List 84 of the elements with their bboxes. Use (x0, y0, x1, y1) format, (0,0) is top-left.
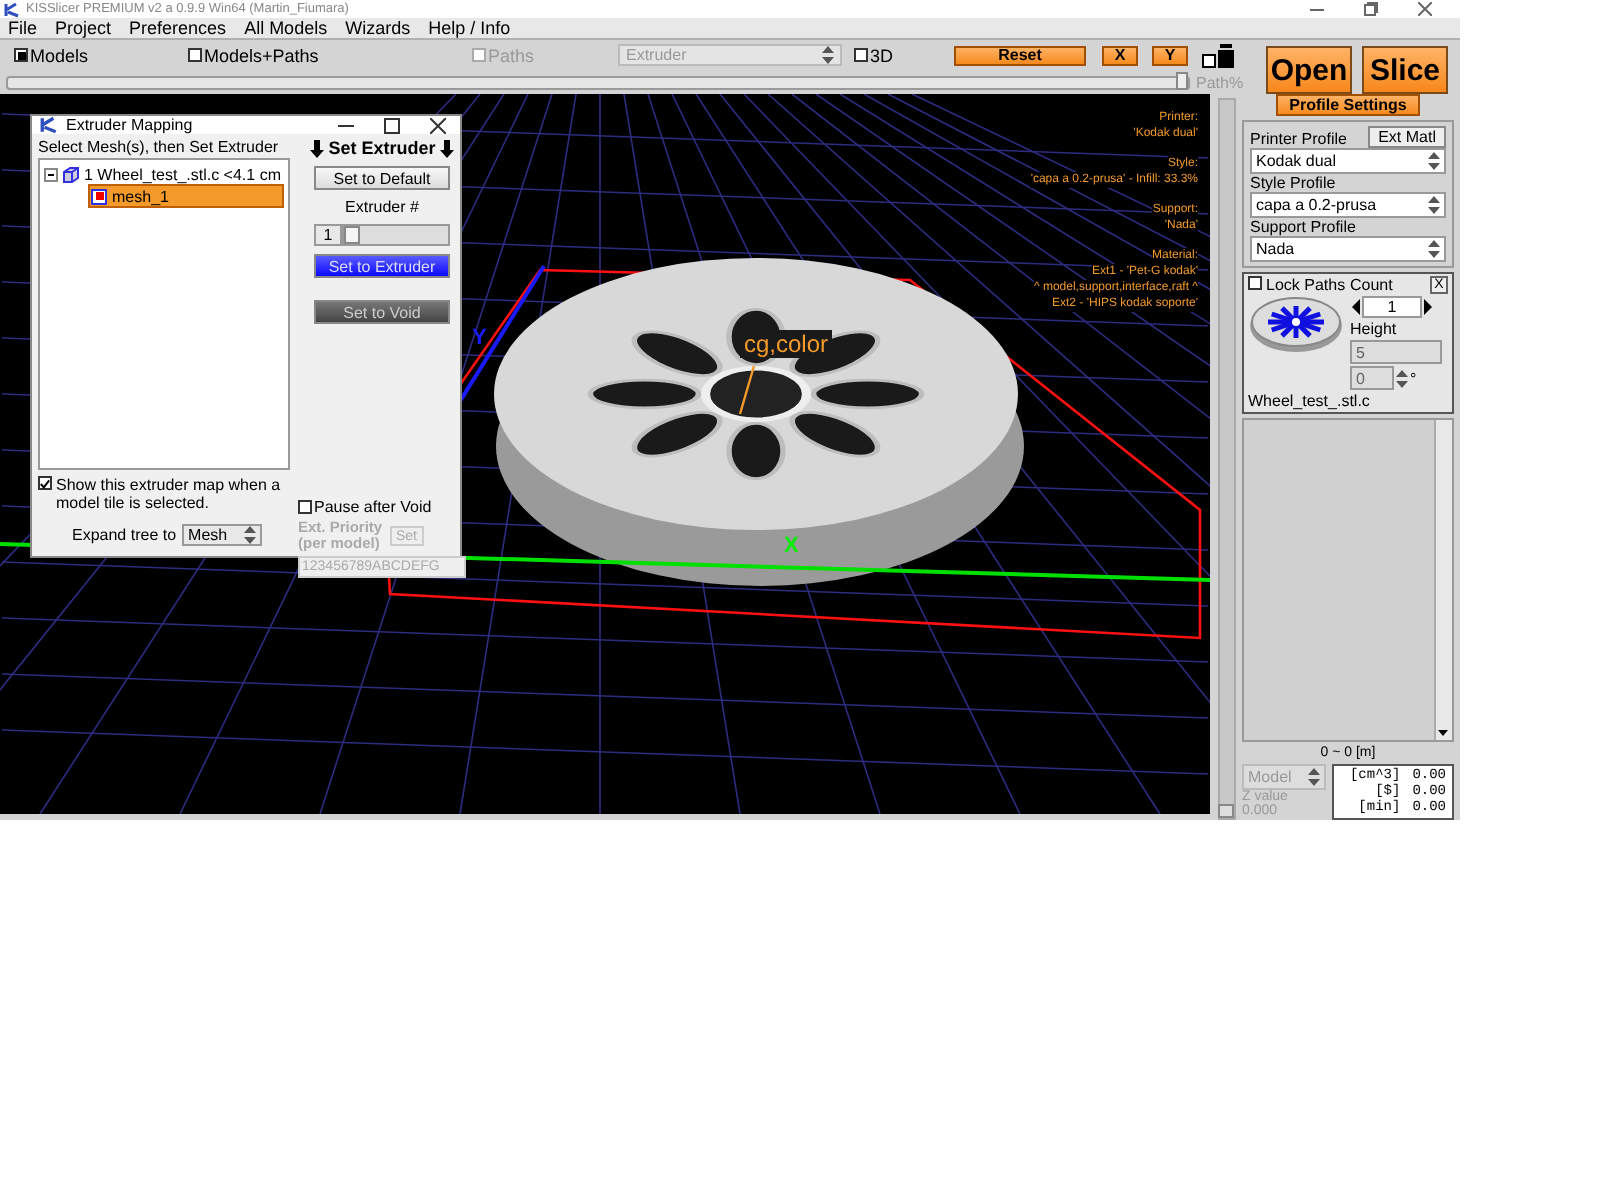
menu-item[interactable]: Help / Info (428, 18, 511, 38)
down-arrow-icon (310, 139, 325, 157)
toolbar-button[interactable]: X (1102, 45, 1138, 65)
left-arrow-icon[interactable] (1350, 298, 1362, 316)
profile-label: Support Profile (1250, 218, 1356, 236)
expand-tree-label: Expand tree to (72, 526, 177, 544)
path-slider[interactable] (6, 75, 1190, 89)
cube-icon (62, 165, 80, 183)
option-label[interactable]: Models (30, 45, 89, 65)
checkbox[interactable] (854, 48, 868, 62)
updown-arrows-icon (1308, 768, 1320, 786)
tree-item[interactable]: 1 Wheel_test_.stl.c <4.1 cm (44, 164, 284, 184)
scrollbar[interactable] (1434, 420, 1452, 740)
mesh-icon (90, 187, 108, 205)
down-arrow-icon[interactable] (1436, 726, 1450, 740)
ext-matl-button[interactable]: Ext Matl (1368, 126, 1446, 148)
slice-button[interactable]: Slice (1362, 46, 1448, 94)
updown-arrows-icon (1428, 152, 1440, 170)
profile-dropdown[interactable]: Kodak dual (1250, 148, 1446, 174)
axis-label: X (784, 534, 799, 558)
profile-label: Style Profile (1250, 174, 1336, 192)
view-toggle-icon[interactable] (1202, 43, 1234, 67)
menu-item[interactable]: File (8, 18, 38, 38)
checkbox[interactable] (298, 500, 312, 514)
open-button[interactable]: Open (1266, 46, 1352, 94)
maximize-icon[interactable] (384, 117, 400, 133)
radio-button[interactable] (14, 48, 28, 62)
checkbox[interactable] (1248, 276, 1262, 290)
menu-item[interactable]: All Models (244, 18, 328, 38)
tree-item[interactable]: mesh_1 (88, 184, 284, 208)
option-label[interactable]: 3D (870, 45, 894, 65)
model-name: Wheel_test_.stl.c (1248, 392, 1372, 410)
profile-label: Printer Profile (1250, 130, 1347, 148)
pause-label[interactable]: Pause after Void (314, 498, 432, 516)
toolbar-button[interactable]: Reset (954, 45, 1086, 65)
down-arrow-icon (439, 139, 454, 157)
profile-dropdown[interactable]: Nada (1250, 236, 1446, 262)
updown-arrows-icon (244, 526, 257, 544)
extruder-label: Extruder # (345, 198, 419, 216)
height-label: Height (1350, 320, 1399, 338)
app-logo-icon (4, 1, 20, 17)
lock-paths-label[interactable]: Lock Paths (1266, 276, 1346, 294)
set-extruder-button[interactable]: Set to Extruder (314, 254, 450, 278)
set-default-button[interactable]: Set to Default (314, 166, 450, 190)
leader-line (738, 365, 756, 415)
tree-header: Select Mesh(s), then Set Extruder (38, 138, 281, 158)
right-arrow-icon[interactable] (1422, 298, 1434, 316)
slider-thumb[interactable] (344, 226, 360, 244)
app-logo-icon (40, 116, 58, 134)
menu-item[interactable]: Project (55, 18, 112, 38)
dialog-title: Extruder Mapping (66, 116, 193, 134)
option-label[interactable]: Models+Paths (204, 45, 319, 65)
menu-item[interactable]: Wizards (345, 18, 411, 38)
slider-thumb[interactable] (1176, 71, 1188, 89)
menu-item[interactable]: Preferences (129, 18, 227, 38)
close-icon[interactable] (430, 117, 446, 133)
profile-settings-button[interactable]: Profile Settings (1275, 94, 1421, 116)
show-map-label[interactable]: Show this extruder map when a model tile is selected. (56, 476, 290, 512)
path-percent-label: Path% (1196, 73, 1246, 91)
set-void-button[interactable]: Set to Void (314, 300, 450, 324)
restore-icon[interactable] (1364, 2, 1378, 16)
axis-label: Y (472, 326, 487, 350)
toolbar-button[interactable]: Y (1152, 45, 1188, 65)
cg-color-label: cg,color (740, 330, 833, 358)
count-label: Count (1350, 276, 1393, 294)
checkbox[interactable] (38, 476, 52, 490)
updown-arrows-icon (822, 46, 834, 64)
extruder-number-field[interactable]: 1 (314, 224, 342, 246)
updown-arrows-icon (1428, 240, 1440, 258)
checkbox[interactable] (188, 48, 202, 62)
extruder-slider[interactable] (342, 224, 450, 246)
expand-dropdown[interactable]: Mesh (182, 524, 263, 546)
wheel-thumbnail-icon (1248, 294, 1344, 354)
height-field[interactable]: 5 (1350, 340, 1442, 364)
updown-arrows-icon (1396, 369, 1408, 387)
updown-arrows-icon (1428, 196, 1440, 214)
rotation-field[interactable]: 0 (1350, 366, 1394, 390)
tree-toggle-icon[interactable] (44, 167, 58, 181)
close-icon[interactable] (1418, 2, 1432, 16)
layer-slider[interactable] (1218, 98, 1236, 820)
profile-dropdown[interactable]: capa a 0.2-prusa (1250, 192, 1446, 218)
set-extruder-header: Set Extruder (328, 138, 436, 158)
degree-label: ° (1410, 369, 1417, 387)
slider-thumb[interactable] (1218, 804, 1234, 818)
